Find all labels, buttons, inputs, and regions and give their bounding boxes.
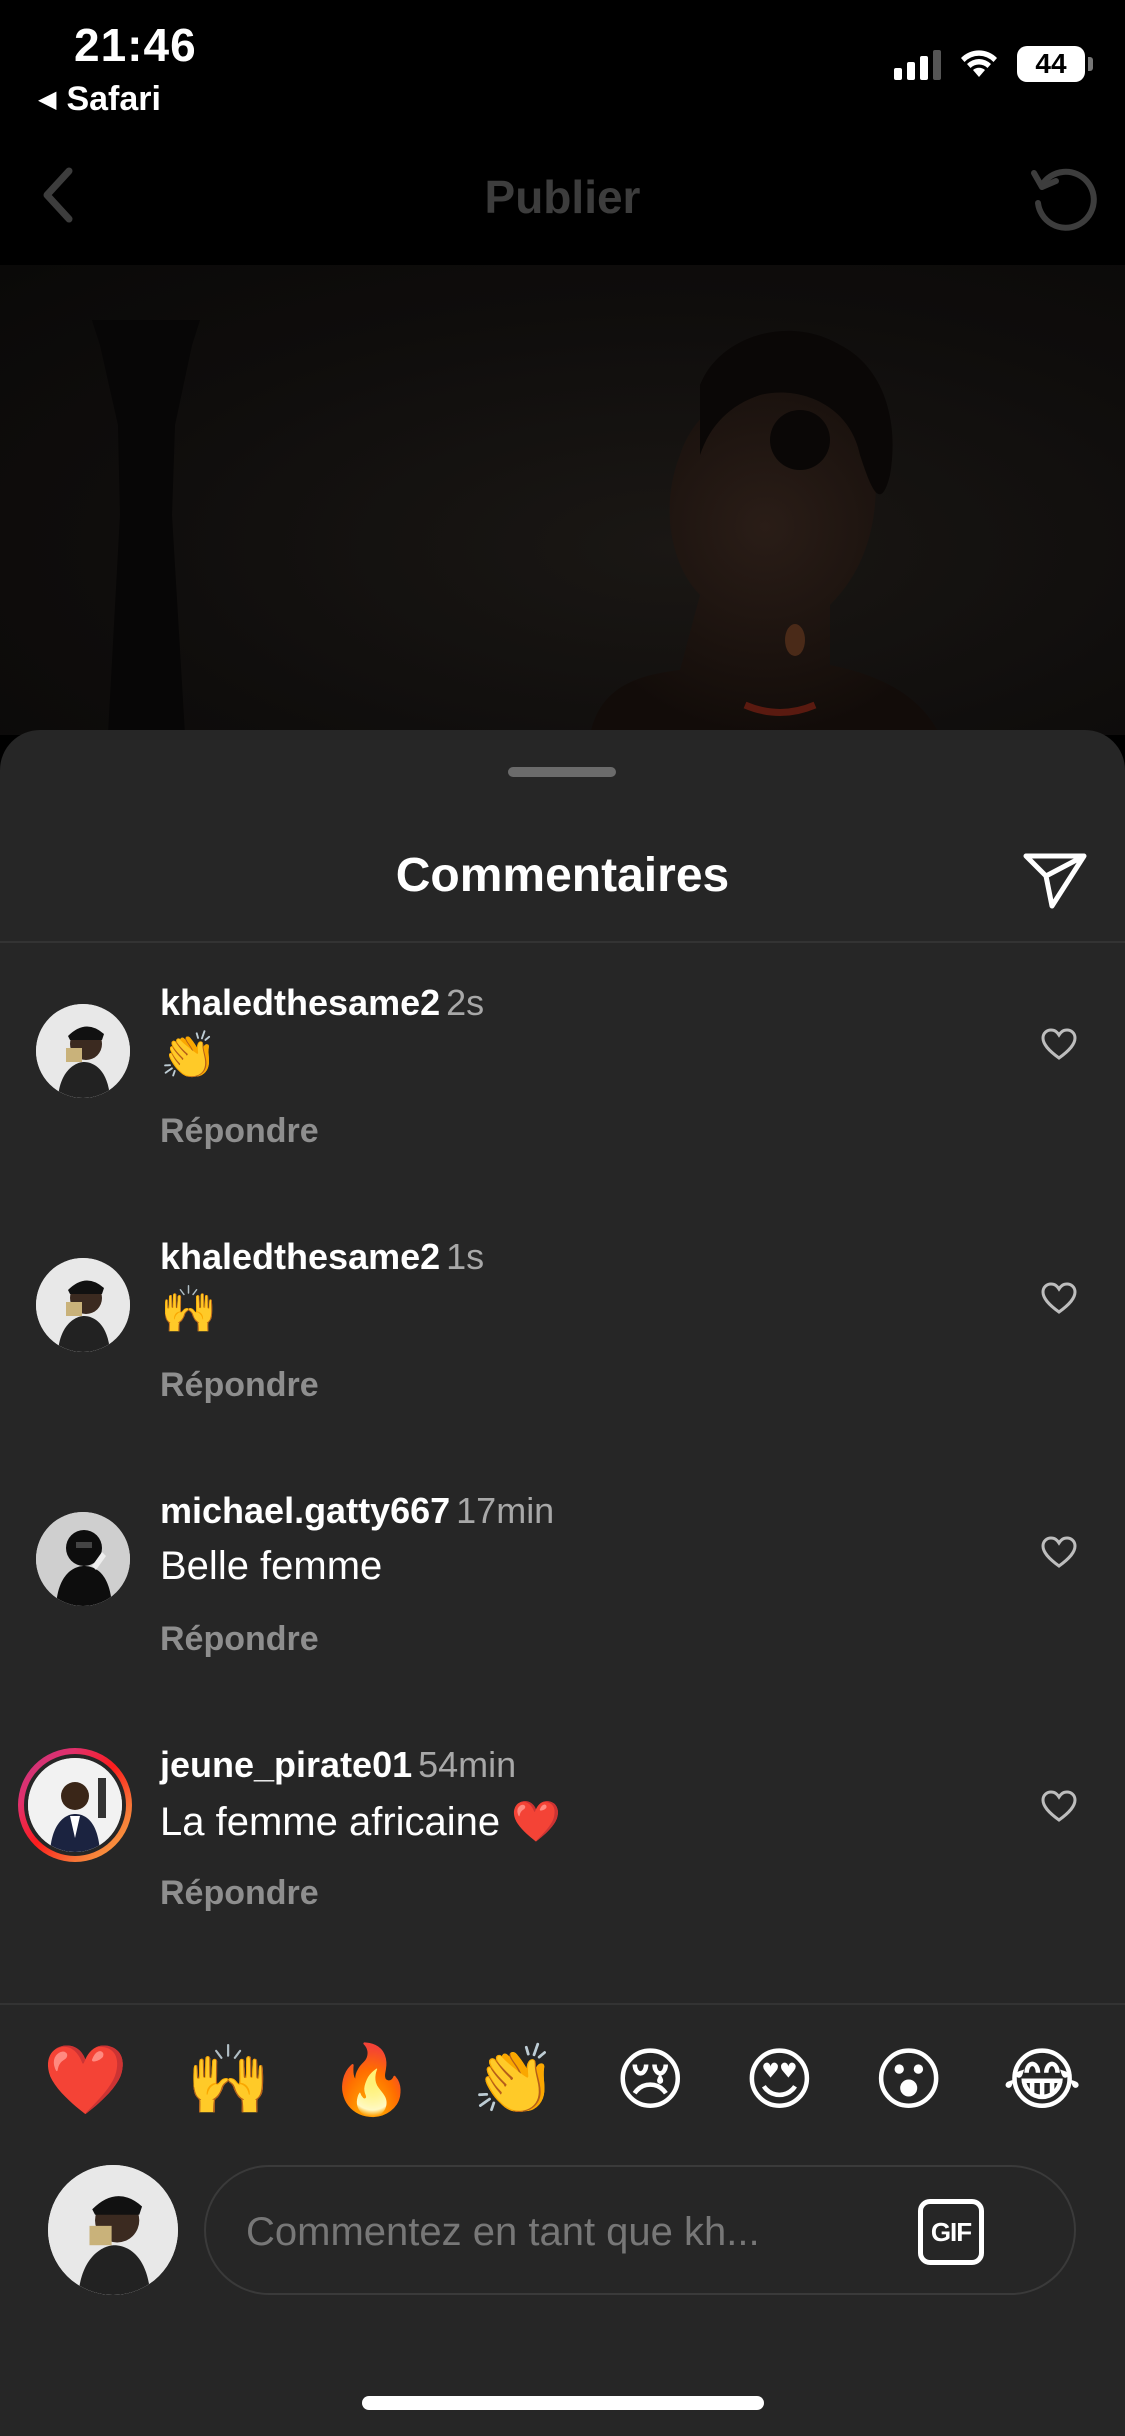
comment-username[interactable]: khaledthesame2 [160, 982, 440, 1023]
cellular-signal-icon [894, 48, 941, 80]
comment-header: michael.gatty667 17min [160, 1490, 554, 1532]
comment-time: 2s [446, 982, 485, 1023]
comment-item: michael.gatty667 17min Belle femme Répond… [0, 1490, 1125, 1720]
nav-bar: Publier [0, 130, 1125, 265]
avatar-with-story-ring[interactable] [18, 1748, 132, 1862]
back-triangle-icon: ◀ [38, 86, 57, 113]
avatar-image [48, 2165, 178, 2295]
avatar[interactable] [36, 1512, 130, 1606]
reaction-heart[interactable]: ❤️ [43, 2046, 128, 2114]
comment-username[interactable]: khaledthesame2 [160, 1236, 440, 1277]
like-button[interactable] [1033, 1272, 1085, 1324]
comment-time: 54min [418, 1744, 517, 1785]
home-indicator [362, 2396, 764, 2410]
comment-header: jeune_pirate01 54min [160, 1744, 516, 1786]
reaction-heart-eyes[interactable]: 😍 [744, 2046, 815, 2114]
heart-icon [1041, 1790, 1077, 1822]
sheet-title: Commentaires [395, 849, 730, 902]
reaction-surprised[interactable]: 😮 [873, 2046, 944, 2114]
sheet-grabber[interactable] [508, 767, 616, 777]
divider [0, 941, 1125, 943]
send-icon [1023, 853, 1087, 909]
reaction-clap[interactable]: 👏 [472, 2046, 557, 2114]
back-to-app-link[interactable]: ◀ Safari [38, 80, 161, 119]
reaction-raised-hands[interactable]: 🙌 [186, 2046, 271, 2114]
like-button[interactable] [1033, 1018, 1085, 1070]
comment-username[interactable]: michael.gatty667 [160, 1490, 450, 1531]
refresh-icon [1031, 168, 1097, 231]
divider [0, 2003, 1125, 2005]
system-icons: 44 [894, 46, 1093, 82]
status-bar: 21:46 ◀ Safari 44 [0, 0, 1125, 130]
refresh-button[interactable] [1023, 158, 1103, 238]
avatar-image [28, 1758, 122, 1852]
reply-button[interactable]: Répondre [160, 1874, 319, 1913]
status-time: 21:46 [74, 19, 197, 71]
comment-text: 👏 [160, 1029, 218, 1081]
current-user-avatar [48, 2165, 178, 2295]
back-app-label: Safari [66, 80, 161, 118]
reaction-laughing[interactable]: 😂 [1002, 2046, 1081, 2114]
comment-composer: GIF [0, 2165, 1125, 2305]
comment-item: khaledthesame2 1s 🙌 Répondre [0, 1236, 1125, 1466]
heart-icon [1041, 1028, 1077, 1060]
comment-header: khaledthesame2 1s [160, 1236, 484, 1278]
heart-icon [1041, 1536, 1077, 1568]
comment-username[interactable]: jeune_pirate01 [160, 1744, 412, 1785]
comment-header: khaledthesame2 2s [160, 982, 484, 1024]
comment-item: khaledthesame2 2s 👏 Répondre [0, 982, 1125, 1212]
like-button[interactable] [1033, 1780, 1085, 1832]
reply-button[interactable]: Répondre [160, 1112, 319, 1151]
comments-sheet: Commentaires khaledthesame2 2s 👏 Répondre [0, 730, 1125, 2436]
reaction-fire[interactable]: 🔥 [329, 2046, 414, 2114]
battery-icon: 44 [1017, 46, 1093, 82]
avatar[interactable] [36, 1258, 130, 1352]
comment-text: La femme africaine ❤️ [160, 1800, 562, 1844]
comment-input-container: GIF [204, 2165, 1076, 2295]
avatar-image [36, 1004, 130, 1098]
page-title: Publier [484, 171, 641, 223]
wifi-icon [961, 50, 997, 77]
avatar-image [36, 1512, 130, 1606]
post-photo [0, 265, 1125, 735]
reply-button[interactable]: Répondre [160, 1620, 319, 1659]
comment-text: 🙌 [160, 1283, 218, 1335]
comment-input[interactable] [246, 2197, 886, 2267]
quick-reactions-bar: ❤️ 🙌 🔥 👏 😢 😍 😮 😂 [0, 2020, 1125, 2140]
avatar[interactable] [36, 1004, 130, 1098]
gif-button[interactable]: GIF [918, 2199, 984, 2265]
reply-button[interactable]: Répondre [160, 1366, 319, 1405]
comment-text: Belle femme [160, 1544, 383, 1588]
heart-icon [1041, 1282, 1077, 1314]
share-button[interactable] [1015, 840, 1095, 920]
avatar-image [36, 1258, 130, 1352]
reaction-crying[interactable]: 😢 [615, 2046, 686, 2114]
like-button[interactable] [1033, 1526, 1085, 1578]
comment-time: 17min [456, 1490, 555, 1531]
comment-item: jeune_pirate01 54min La femme africaine ❤… [0, 1744, 1125, 1974]
photo-illustration [92, 320, 940, 735]
comment-time: 1s [446, 1236, 485, 1277]
